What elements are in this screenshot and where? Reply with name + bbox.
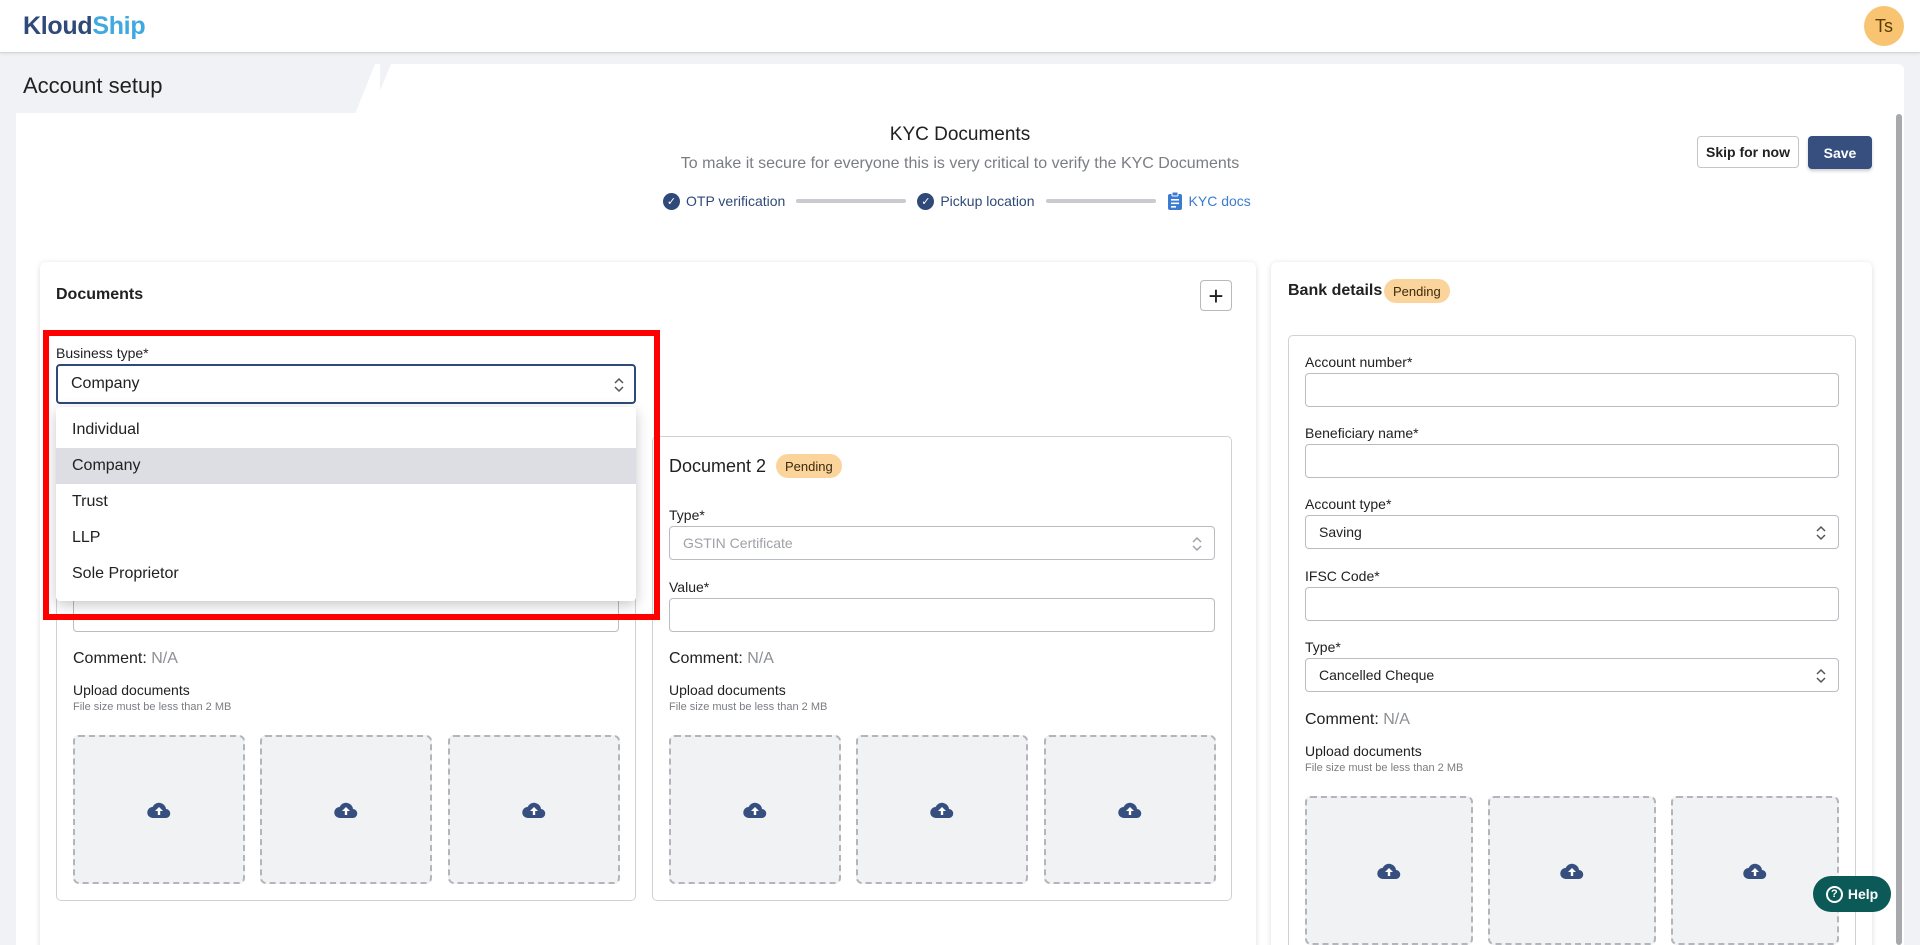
top-bar: KloudShip Ts [0,0,1920,53]
document-2-comment: Comment: N/A [669,650,774,667]
document-2-upload-box-2[interactable] [856,735,1028,884]
account-type-label: Account type* [1305,496,1392,512]
account-type-select[interactable]: Saving [1305,515,1839,549]
beneficiary-name-label: Beneficiary name* [1305,425,1419,441]
tab-slant-decoration [355,64,380,114]
beneficiary-name-input[interactable] [1305,444,1839,478]
cloud-upload-icon [1377,863,1401,879]
kyc-title: KYC Documents [889,124,1031,145]
bank-upload-note: File size must be less than 2 MB [1305,762,1464,774]
chevron-updown-icon [1192,536,1202,552]
stepper: ✓ OTP verification ✓ Pickup location KYC… [663,191,1251,211]
bank-upload-box-3[interactable] [1671,796,1839,945]
check-circle-icon: ✓ [917,192,935,210]
step-connector [796,199,907,203]
document-icon [1167,191,1182,210]
cloud-upload-icon [334,802,358,818]
document-2-title: Document 2 [669,456,767,476]
document-1-comment: Comment: N/A [73,650,178,667]
save-button[interactable]: Save [1808,136,1872,169]
ifsc-code-input[interactable] [1305,587,1839,621]
step-pickup-location[interactable]: ✓ Pickup location [917,192,1035,210]
bank-status-badge: Pending [1384,279,1450,303]
document-2-upload-note: File size must be less than 2 MB [669,701,828,713]
cloud-upload-icon [930,802,954,818]
ifsc-code-label: IFSC Code* [1305,568,1380,584]
step-label: KYC docs [1188,193,1251,209]
cloud-upload-icon [1560,863,1584,879]
step-kyc-docs[interactable]: KYC docs [1167,191,1251,211]
kyc-subtitle: To make it secure for everyone this is v… [680,155,1240,172]
account-number-input[interactable] [1305,373,1839,407]
page-title: Account setup [23,73,163,98]
plus-icon: + [1208,280,1224,311]
check-circle-icon: ✓ [663,192,680,210]
bank-type-select[interactable]: Cancelled Cheque [1305,658,1839,692]
account-number-label: Account number* [1305,354,1413,370]
document-2-upload-box-3[interactable] [1044,735,1216,884]
document-2-upload-box-1[interactable] [669,735,841,884]
document-1-upload-box-2[interactable] [260,735,432,884]
document-1-upload-box-3[interactable] [448,735,620,884]
chevron-updown-icon [1816,525,1826,541]
step-label: Pickup location [940,193,1035,209]
step-connector [1045,199,1156,203]
bank-type-label: Type* [1305,639,1341,655]
document-1-upload-note: File size must be less than 2 MB [73,701,232,713]
bank-upload-box-2[interactable] [1488,796,1656,945]
bank-details-title: Bank details [1288,282,1383,299]
question-circle-icon: ? [1825,885,1843,903]
step-label: OTP verification [686,193,786,209]
document-1-upload-label: Upload documents [73,682,190,698]
document-1-upload-box-1[interactable] [73,735,245,884]
avatar[interactable]: Ts [1864,6,1904,46]
add-document-button[interactable]: + [1200,280,1232,311]
logo[interactable]: KloudShip [23,12,146,41]
document-2-value-label: Value* [669,579,710,595]
cloud-upload-icon [147,802,171,818]
scrollbar-thumb[interactable] [1896,114,1902,945]
document-2-type-select[interactable]: GSTIN Certificate [669,526,1215,560]
documents-title: Documents [56,286,144,303]
cloud-upload-icon [743,802,767,818]
document-2-upload-label: Upload documents [669,682,786,698]
bank-upload-label: Upload documents [1305,743,1422,759]
cloud-upload-icon [522,802,546,818]
highlight-box [43,330,660,620]
bank-comment: Comment: N/A [1305,711,1410,728]
bank-upload-box-1[interactable] [1305,796,1473,945]
help-button[interactable]: ? Help [1813,876,1891,912]
chevron-updown-icon [1816,668,1826,684]
cloud-upload-icon [1743,863,1767,879]
skip-for-now-button[interactable]: Skip for now [1697,136,1799,168]
document-2-value-input[interactable] [669,598,1215,632]
cloud-upload-icon [1118,802,1142,818]
step-otp-verification[interactable]: ✓ OTP verification [663,192,786,210]
document-2-type-label: Type* [669,507,705,523]
document-2-status-badge: Pending [776,454,842,478]
